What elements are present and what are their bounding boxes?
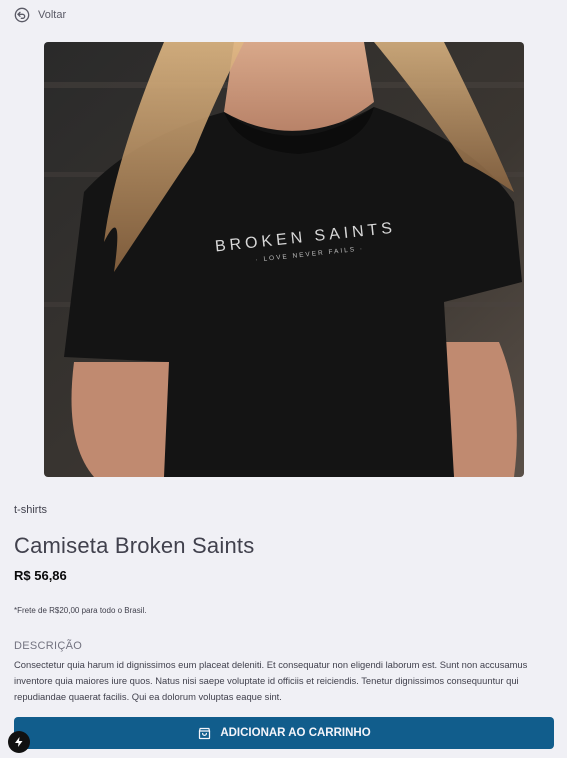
description-title: DESCRIÇÃO: [14, 640, 83, 652]
add-to-cart-button[interactable]: ADICIONAR AO CARRINHO: [14, 717, 554, 749]
product-category: t-shirts: [14, 504, 47, 516]
product-image: BROKEN SAINTS · LOVE NEVER FAILS ·: [44, 42, 524, 477]
description-text: Consectetur quia harum id dignissimos eu…: [14, 659, 528, 702]
return-arrow-icon: [14, 7, 30, 23]
product-name: Camiseta Broken Saints: [14, 533, 255, 558]
add-to-cart-label: ADICIONAR AO CARRINHO: [220, 727, 371, 739]
shopping-bag-icon: [199, 727, 211, 739]
lightning-icon[interactable]: [8, 731, 30, 753]
shipping-note: *Frete de R$20,00 para todo o Brasil.: [14, 606, 147, 615]
back-label: Voltar: [38, 9, 67, 21]
product-price: R$ 56,86: [14, 568, 67, 583]
back-link[interactable]: Voltar: [14, 7, 66, 23]
